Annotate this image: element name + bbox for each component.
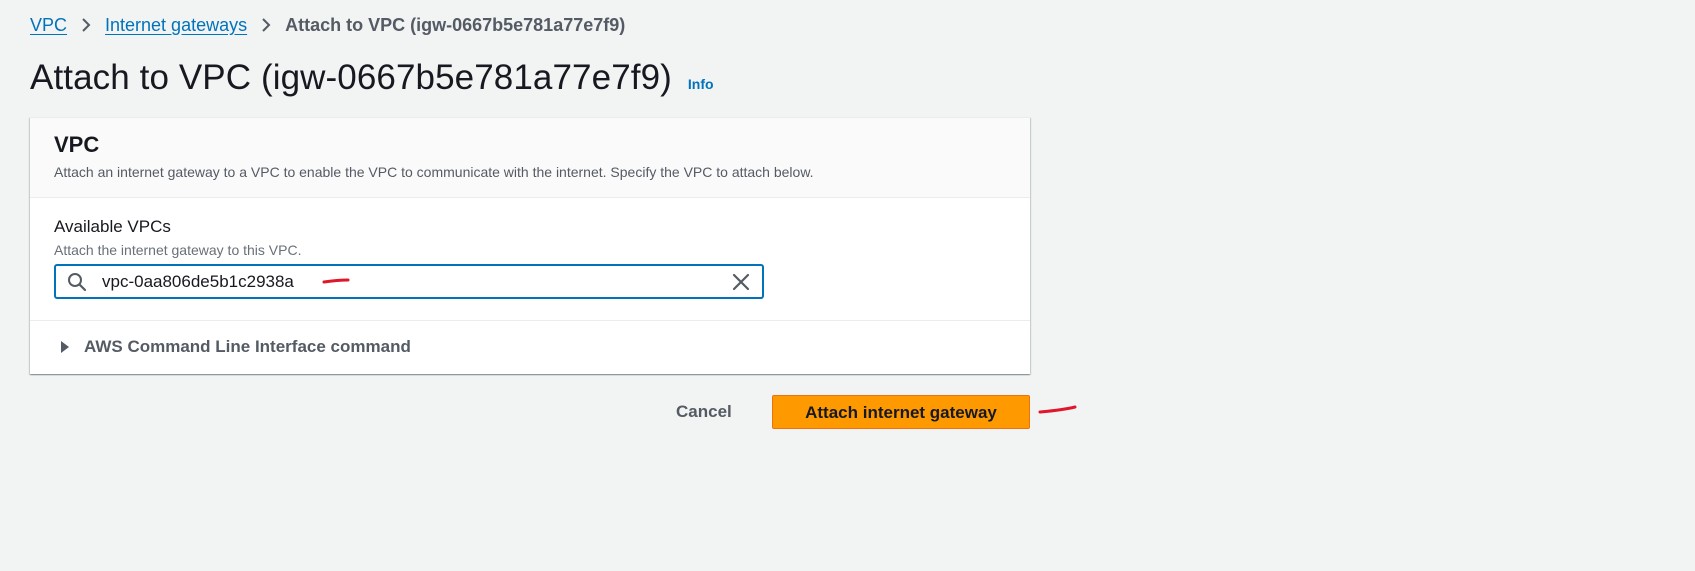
available-vpcs-field: Available VPCs Attach the internet gatew… xyxy=(30,198,1030,321)
vpc-search-box[interactable] xyxy=(54,264,764,299)
info-link[interactable]: Info xyxy=(688,76,714,92)
caret-right-icon xyxy=(60,340,72,354)
attach-internet-gateway-button[interactable]: Attach internet gateway xyxy=(772,395,1030,429)
search-icon xyxy=(66,271,88,293)
field-description: Attach the internet gateway to this VPC. xyxy=(54,242,302,258)
breadcrumb-vpc-link[interactable]: VPC xyxy=(30,15,67,36)
vpc-search-input[interactable] xyxy=(102,267,730,296)
panel-header: VPC Attach an internet gateway to a VPC … xyxy=(30,118,1030,198)
vpc-panel: VPC Attach an internet gateway to a VPC … xyxy=(30,117,1030,374)
chevron-right-icon xyxy=(247,17,285,33)
panel-heading: VPC xyxy=(54,132,100,157)
annotation-mark-button xyxy=(1038,405,1077,414)
cli-command-label: AWS Command Line Interface command xyxy=(84,337,411,356)
chevron-right-icon xyxy=(67,17,105,33)
cli-command-expander[interactable]: AWS Command Line Interface command xyxy=(30,321,1030,373)
breadcrumb-internet-gateways-link[interactable]: Internet gateways xyxy=(105,15,247,36)
annotation-mark-input xyxy=(322,278,350,284)
form-actions: Cancel Attach internet gateway xyxy=(0,395,1030,429)
breadcrumb-current-page: Attach to VPC (igw-0667b5e781a77e7f9) xyxy=(285,14,626,35)
cancel-button[interactable]: Cancel xyxy=(676,395,732,429)
panel-description: Attach an internet gateway to a VPC to e… xyxy=(54,164,814,180)
page-title: Attach to VPC (igw-0667b5e781a77e7f9) xyxy=(30,58,672,97)
page-header: Attach to VPC (igw-0667b5e781a77e7f9) In… xyxy=(30,58,714,98)
breadcrumb: VPC Internet gateways Attach to VPC (igw… xyxy=(30,14,625,36)
field-label: Available VPCs xyxy=(54,217,171,236)
close-icon[interactable] xyxy=(730,271,752,293)
